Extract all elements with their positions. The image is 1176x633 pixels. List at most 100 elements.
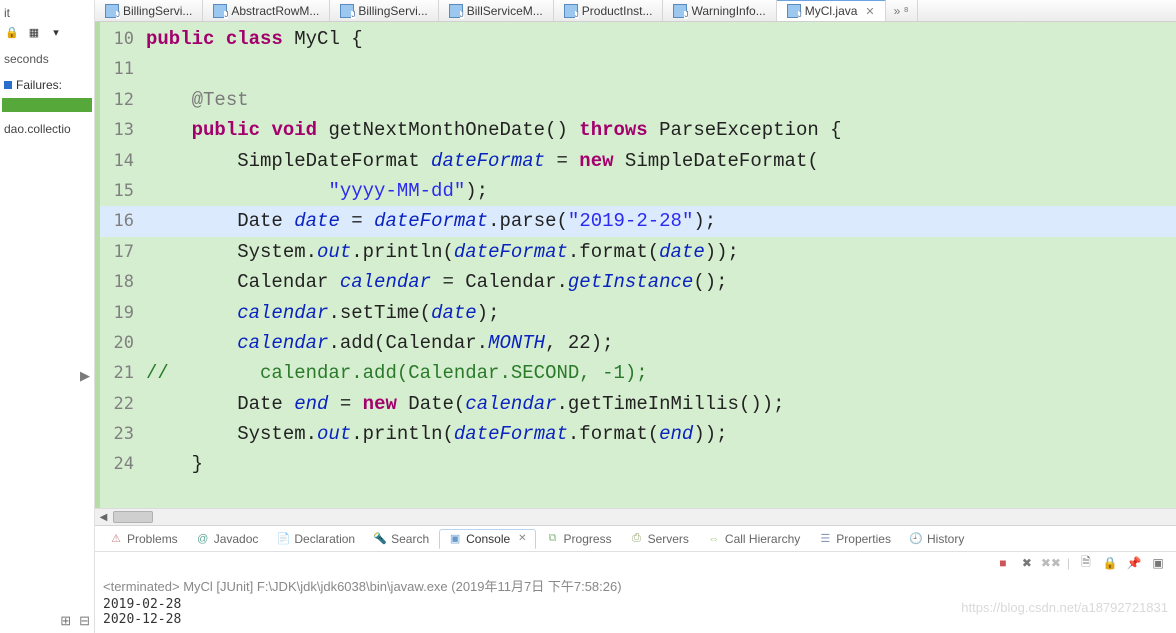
bottom-tab-label: Properties [836, 532, 891, 546]
bottom-tab-bar: ⚠Problems @ Javadoc 📄Declaration 🔦 Search ▣Con… [95, 526, 1176, 552]
line-number[interactable]: 16 [100, 206, 140, 236]
main-area: BillingServi... AbstractRowM... BillingSer… [95, 0, 1176, 633]
menu-icon[interactable]: ▾ [48, 24, 64, 40]
line-number[interactable]: 15 [100, 176, 140, 206]
line-number[interactable]: 10 [100, 24, 140, 54]
code-line[interactable]: "yyyy-MM-dd"); [140, 176, 1176, 206]
code-line[interactable]: calendar.add(Calendar.MONTH, 22); [140, 328, 1176, 358]
bottom-tab-search[interactable]: 🔦 Search [365, 530, 437, 548]
line-number[interactable]: 19 [100, 298, 140, 328]
bottom-tab-progress[interactable]: ⧉Progress [538, 530, 620, 548]
line-number[interactable]: 24 [100, 449, 140, 479]
bottom-tab-history[interactable]: 🕘History [901, 530, 972, 548]
line-number[interactable]: 23 [100, 419, 140, 449]
javadoc-icon: @ [196, 532, 210, 546]
test-tree-item[interactable]: dao.collectio [0, 116, 94, 142]
code-line[interactable]: Date date = dateFormat.parse("2019-2-28"… [140, 206, 1176, 236]
editor-tab[interactable]: BillServiceM... [439, 0, 554, 21]
code-line[interactable]: calendar.setTime(date); [140, 298, 1176, 328]
bottom-tab-label: Progress [564, 532, 612, 546]
editor-tab-label: BillServiceM... [467, 4, 543, 18]
line-number[interactable]: 20 [100, 328, 140, 358]
line-number[interactable]: 14 [100, 146, 140, 176]
code-line[interactable]: } [140, 449, 1176, 479]
search-icon: 🔦 [373, 532, 387, 546]
code-line[interactable]: Calendar calendar = Calendar.getInstance… [140, 267, 1176, 297]
editor-tab[interactable]: AbstractRowM... [203, 0, 330, 21]
bottom-tab-call-hierarchy[interactable]: ⇔Call Hierarchy [699, 530, 808, 548]
stop-icon[interactable]: ■ [995, 555, 1011, 571]
bottom-tab-javadoc[interactable]: @ Javadoc [188, 530, 267, 548]
sidebar-bottom-toolbar: ▶ [0, 364, 94, 388]
code-line[interactable]: SimpleDateFormat dateFormat = new Simple… [140, 146, 1176, 176]
code-line[interactable]: System.out.println(dateFormat.format(dat… [140, 237, 1176, 267]
editor-tab-bar: BillingServi... AbstractRowM... BillingSer… [95, 0, 1176, 22]
java-file-icon [564, 4, 578, 18]
java-file-icon [213, 4, 227, 18]
scrollbar-thumb[interactable] [113, 511, 153, 523]
code-line[interactable] [140, 54, 1176, 84]
line-number[interactable]: 12 [100, 85, 140, 115]
editor-area: 101112131415161718192021222324 public cl… [95, 22, 1176, 508]
display-selected-icon[interactable]: ▣ [1150, 555, 1166, 571]
pin-console-icon[interactable]: 📌 [1126, 555, 1142, 571]
java-file-icon [787, 4, 801, 18]
bottom-tab-console[interactable]: ▣Console✕ [439, 529, 535, 549]
bottom-panel: ⚠Problems @ Javadoc 📄Declaration 🔦 Search ▣Con… [95, 525, 1176, 633]
editor-tab[interactable]: BillingServi... [95, 0, 203, 21]
editor-tab-label: WarningInfo... [691, 4, 765, 18]
editor-tab-label: MyCl.java [805, 4, 858, 18]
servers-icon: ⎙ [630, 532, 644, 546]
properties-icon: ☰ [818, 532, 832, 546]
code-editor[interactable]: public class MyCl { @Test public void ge… [140, 22, 1176, 508]
code-line[interactable]: // calendar.add(Calendar.SECOND, -1); [140, 358, 1176, 388]
line-number[interactable]: 11 [100, 54, 140, 84]
layout2-icon[interactable]: ⊟ [79, 613, 90, 629]
line-number[interactable]: 13 [100, 115, 140, 145]
line-number[interactable]: 17 [100, 237, 140, 267]
bottom-tab-problems[interactable]: ⚠Problems [101, 530, 186, 548]
bottom-tab-label: Declaration [294, 532, 355, 546]
bottom-tab-properties[interactable]: ☰ Properties [810, 530, 899, 548]
console-toolbar: ■ ✖ ✖✖ | 🗎 🔒 📌 ▣ [95, 552, 1176, 574]
line-number[interactable]: 18 [100, 267, 140, 297]
line-number[interactable]: 22 [100, 389, 140, 419]
bottom-tab-declaration[interactable]: 📄Declaration [268, 530, 363, 548]
line-number-gutter: 101112131415161718192021222324 [95, 22, 140, 508]
overflow-tabs-indicator[interactable]: » ⁸ [886, 0, 918, 21]
java-file-icon [673, 4, 687, 18]
console-icon: ▣ [448, 532, 462, 546]
java-file-icon [340, 4, 354, 18]
editor-tab[interactable]: MyCl.java ✕ [777, 0, 886, 21]
arrow-right-icon[interactable]: ▶ [80, 368, 90, 384]
line-number[interactable]: 21 [100, 358, 140, 388]
scroll-lock-icon[interactable]: 🔒 [1102, 555, 1118, 571]
editor-tab[interactable]: ProductInst... [554, 0, 664, 21]
code-line[interactable]: Date end = new Date(calendar.getTimeInMi… [140, 389, 1176, 419]
bottom-tab-label: Search [391, 532, 429, 546]
remove-all-icon[interactable]: ✖✖ [1043, 555, 1059, 571]
bottom-tab-label: Javadoc [214, 532, 259, 546]
editor-horizontal-scrollbar[interactable]: ◀ [95, 508, 1176, 525]
code-line[interactable]: @Test [140, 85, 1176, 115]
editor-tab-label: AbstractRowM... [231, 4, 319, 18]
close-view-icon[interactable]: ✕ [518, 533, 526, 544]
code-line[interactable]: System.out.println(dateFormat.format(end… [140, 419, 1176, 449]
failures-label: Failures: [16, 78, 62, 92]
lock-icon[interactable]: 🔒 [4, 24, 20, 40]
editor-tab-label: ProductInst... [582, 4, 653, 18]
remove-icon[interactable]: ✖ [1019, 555, 1035, 571]
test-progress-bar [2, 98, 92, 112]
sidebar-toolbar: 🔒 ▦ ▾ [0, 22, 94, 48]
bottom-tab-label: Call Hierarchy [725, 532, 800, 546]
editor-tab[interactable]: BillingServi... [330, 0, 438, 21]
list-icon[interactable]: ▦ [26, 24, 42, 40]
code-line[interactable]: public class MyCl { [140, 24, 1176, 54]
clear-console-icon[interactable]: 🗎 [1078, 555, 1094, 571]
close-tab-icon[interactable]: ✕ [865, 5, 874, 18]
code-line[interactable]: public void getNextMonthOneDate() throws… [140, 115, 1176, 145]
scroll-left-icon[interactable]: ◀ [95, 509, 112, 526]
layout-icon[interactable]: ⊞ [60, 613, 71, 629]
editor-tab[interactable]: WarningInfo... [663, 0, 776, 21]
bottom-tab-servers[interactable]: ⎙Servers [622, 530, 697, 548]
